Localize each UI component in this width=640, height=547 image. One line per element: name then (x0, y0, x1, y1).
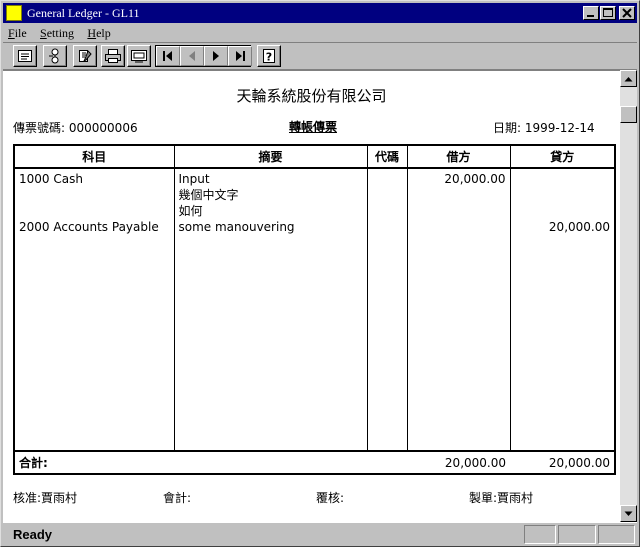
help-button[interactable]: ? (257, 45, 281, 67)
next-record-icon (213, 51, 219, 61)
app-window: General Ledger - GL11 File Setting Help (0, 0, 640, 547)
column-header-credit: 貸方 (509, 144, 616, 169)
voucher-title: 轉帳傳票 (288, 120, 337, 134)
status-bar: Ready (3, 522, 637, 545)
column-header-debit: 借方 (406, 144, 511, 169)
toolbar: ? (3, 42, 637, 70)
signature-review: 覆核: (316, 491, 345, 505)
total-label: 合計: (13, 450, 407, 474)
help-icon: ? (263, 49, 275, 64)
description-line: Input (178, 172, 210, 186)
record-navigator (155, 45, 252, 67)
status-panel (558, 525, 596, 544)
window-title: General Ledger - GL11 (27, 6, 140, 20)
total-credit: 20,000.00 (510, 450, 616, 474)
table-header-row: 科目 摘要 代碼 借方 貸方 (13, 144, 616, 169)
vertical-scrollbar[interactable] (620, 70, 637, 522)
signature-approved-value: 賈雨村 (41, 491, 78, 505)
edit-icon (79, 50, 92, 63)
print-button[interactable] (101, 45, 125, 67)
menu-bar: File Setting Help (3, 24, 637, 42)
close-button[interactable] (619, 6, 635, 20)
code-cell (366, 168, 408, 451)
scroll-down-button[interactable] (620, 505, 637, 522)
status-panel (598, 525, 635, 544)
company-name: 天輪系統股份有限公司 (236, 87, 387, 105)
previous-record-icon (189, 51, 195, 61)
total-row: 合計: 20,000.00 20,000.00 (13, 450, 616, 474)
ledger-table: 科目 摘要 代碼 借方 貸方 1000 Cash 2000 Accounts P… (13, 144, 616, 475)
column-header-description: 摘要 (173, 144, 368, 169)
account-value: 1000 Cash (19, 172, 83, 186)
signature-prepared-value: 賈雨村 (497, 491, 534, 505)
voucher-date: 日期: 1999-12-14 (493, 121, 595, 135)
preview-icon (131, 50, 147, 63)
next-record-button[interactable] (204, 46, 228, 66)
down-arrow-icon (624, 511, 633, 516)
previous-record-button[interactable] (180, 46, 204, 66)
credit-cell: 20,000.00 (509, 168, 616, 451)
maximize-icon (603, 8, 613, 17)
credit-value: 20,000.00 (548, 220, 610, 234)
up-arrow-icon (624, 76, 633, 81)
maximize-button[interactable] (600, 6, 616, 20)
description-line: some manouvering (178, 220, 295, 234)
credit-value (515, 173, 611, 189)
column-header-account: 科目 (13, 144, 175, 169)
preview-button[interactable] (127, 45, 151, 67)
close-icon (622, 8, 632, 18)
voucher-number: 傳票號碼: 000000006 (13, 121, 138, 135)
menu-file[interactable]: File (3, 24, 32, 41)
last-record-button[interactable] (228, 46, 252, 66)
svg-text:?: ? (266, 51, 272, 64)
total-debit: 20,000.00 (407, 450, 510, 474)
first-record-icon (163, 51, 172, 61)
list-button[interactable] (13, 45, 37, 67)
list-icon (18, 50, 32, 62)
voucher-date-value: 1999-12-14 (524, 121, 595, 135)
account-cell: 1000 Cash 2000 Accounts Payable (13, 168, 175, 451)
app-icon[interactable] (6, 5, 22, 21)
table-row: 1000 Cash 2000 Accounts Payable Input 幾個… (13, 168, 616, 451)
signature-prepared: 製單:賈雨村 (469, 491, 534, 505)
signature-accounting: 會計: (163, 491, 192, 505)
voucher-document: 天輪系統股份有限公司 傳票號碼: 000000006 轉帳傳票 日期: 1999… (3, 70, 620, 522)
minimize-button[interactable] (583, 6, 599, 20)
debit-value (412, 221, 506, 237)
debit-cell: 20,000.00 (406, 168, 511, 451)
debit-value: 20,000.00 (444, 172, 506, 186)
print-icon (105, 49, 121, 63)
column-header-code: 代碼 (366, 144, 408, 169)
tree-button[interactable] (43, 45, 67, 67)
title-bar[interactable]: General Ledger - GL11 (3, 3, 637, 23)
description-line: 幾個中文字 (178, 188, 239, 202)
first-record-button[interactable] (156, 46, 180, 66)
edit-button[interactable] (73, 45, 97, 67)
status-panel (524, 525, 556, 544)
minimize-icon (587, 15, 594, 17)
voucher-number-value: 000000006 (68, 121, 138, 135)
description-line: 如何 (178, 204, 203, 218)
scroll-up-button[interactable] (620, 70, 637, 87)
last-record-icon (236, 51, 245, 61)
signature-approved: 核准:賈雨村 (13, 491, 78, 505)
account-value: 2000 Accounts Payable (19, 220, 159, 234)
tree-icon (49, 48, 59, 64)
menu-help[interactable]: Help (82, 24, 115, 41)
menu-setting[interactable]: Setting (35, 24, 79, 41)
description-cell: Input 幾個中文字 如何 some manouvering (173, 168, 368, 451)
status-text: Ready (13, 527, 53, 542)
scroll-thumb[interactable] (620, 106, 637, 123)
